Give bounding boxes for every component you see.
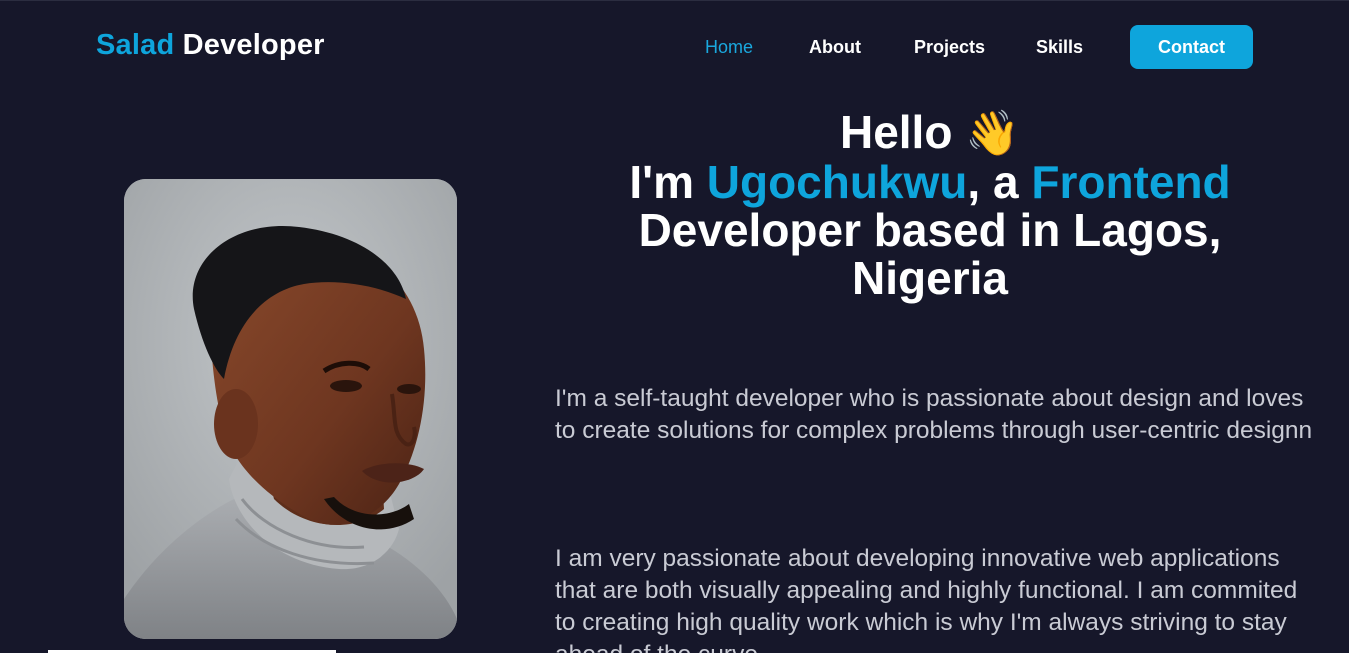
hero-line-4: Nigeria [852,252,1008,304]
nav-about[interactable]: About [809,37,861,58]
nav-home[interactable]: Home [705,37,753,58]
profile-photo-illustration [124,179,457,639]
hero-heading: Hello 👋 I'm Ugochukwu, a Frontend Develo… [556,108,1304,302]
hero-hello: Hello [839,106,953,158]
site-header: Salad Developer Home About Projects Skil… [0,0,1349,92]
waving-hand-icon: 👋 [965,109,1021,158]
about-paragraph-1: I'm a self-taught developer who is passi… [555,385,1313,444]
page: Salad Developer Home About Projects Skil… [0,0,1349,653]
hero-comma-a: , a [967,156,1032,208]
brand-logo[interactable]: Salad Developer [96,29,325,62]
nav-skills[interactable]: Skills [1036,37,1083,58]
hero-role: Frontend [1031,156,1231,208]
nav-projects[interactable]: Projects [914,37,985,58]
hero-name: Ugochukwu [706,156,968,208]
hero-line-3: Developer based in Lagos, [638,204,1222,256]
profile-photo [124,179,457,639]
contact-button[interactable]: Contact [1130,25,1253,69]
brand-logo-accent: Salad [96,29,175,61]
hero-im: I'm [629,156,707,208]
brand-logo-rest: Developer [174,29,325,61]
about-paragraph-2: I am very passionate about developing in… [555,545,1298,653]
